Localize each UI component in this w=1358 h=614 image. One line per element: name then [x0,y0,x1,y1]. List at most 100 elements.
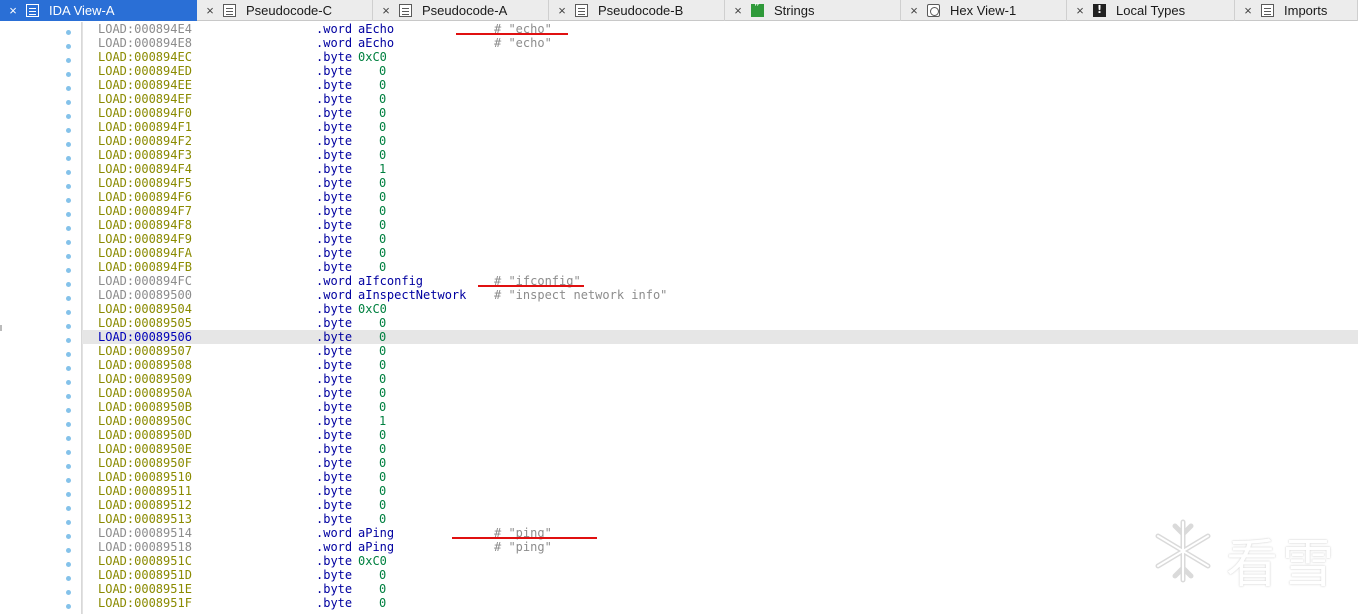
tab-strings[interactable]: × Strings [725,0,901,21]
listing-row[interactable]: LOAD:000894F2 .byte 0 [82,134,1358,148]
operand-symbol[interactable]: aPing [358,540,394,554]
listing-row[interactable]: LOAD:000894F0 .byte 0 [82,106,1358,120]
listing-row[interactable]: LOAD:000894F9 .byte 0 [82,232,1358,246]
breakpoint-dot[interactable] [66,436,71,441]
breakpoint-dot[interactable] [66,394,71,399]
breakpoint-dot[interactable] [66,548,71,553]
breakpoint-dot[interactable] [66,212,71,217]
operand-symbol[interactable]: aPing [358,526,394,540]
listing-row[interactable]: LOAD:000894F7 .byte 0 [82,204,1358,218]
tab-hex-view-1[interactable]: × Hex View-1 [901,0,1067,21]
navigation-gutter[interactable] [0,22,83,614]
breakpoint-dot[interactable] [66,100,71,105]
listing-row[interactable]: LOAD:000894F3 .byte 0 [82,148,1358,162]
listing-row[interactable]: LOAD:00089504 .byte 0xC0 [82,302,1358,316]
breakpoint-dot[interactable] [66,366,71,371]
breakpoint-dot[interactable] [66,450,71,455]
breakpoint-dot[interactable] [66,534,71,539]
operand-symbol[interactable]: aInspectNetwork [358,288,466,302]
breakpoint-dot[interactable] [66,282,71,287]
breakpoint-dot[interactable] [66,296,71,301]
listing-row[interactable]: LOAD:00089500 .word aInspectNetwork # "insp… [82,288,1358,302]
close-icon[interactable]: × [1235,3,1261,18]
listing-row[interactable]: LOAD:000894FA .byte 0 [82,246,1358,260]
listing-row[interactable]: LOAD:00089505 .byte 0 [82,316,1358,330]
breakpoint-dot[interactable] [66,324,71,329]
breakpoint-dot[interactable] [66,506,71,511]
breakpoint-dot[interactable] [66,380,71,385]
breakpoint-dot[interactable] [66,198,71,203]
listing-row[interactable]: LOAD:00089508 .byte 0 [82,358,1358,372]
listing-row[interactable]: LOAD:000894EE .byte 0 [82,78,1358,92]
tab-ida-view-a[interactable]: × IDA View-A [0,0,197,21]
listing-row[interactable]: LOAD:0008950C .byte 1 [82,414,1358,428]
breakpoint-dot[interactable] [66,408,71,413]
listing-row[interactable]: LOAD:00089509 .byte 0 [82,372,1358,386]
breakpoint-dot[interactable] [66,422,71,427]
listing-row[interactable]: LOAD:0008950A .byte 0 [82,386,1358,400]
breakpoint-dot[interactable] [66,492,71,497]
breakpoint-dot[interactable] [66,72,71,77]
close-icon[interactable]: × [373,3,399,18]
listing-row[interactable]: LOAD:000894F5 .byte 0 [82,176,1358,190]
breakpoint-dot[interactable] [66,590,71,595]
breakpoint-dot[interactable] [66,478,71,483]
breakpoint-dot[interactable] [66,226,71,231]
breakpoint-dot[interactable] [66,562,71,567]
close-icon[interactable]: × [0,3,26,18]
listing-row[interactable]: LOAD:000894ED .byte 0 [82,64,1358,78]
listing-row[interactable]: LOAD:000894F4 .byte 1 [82,162,1358,176]
listing-row[interactable]: LOAD:000894F1 .byte 0 [82,120,1358,134]
breakpoint-dot[interactable] [66,352,71,357]
listing-row[interactable]: LOAD:0008950E .byte 0 [82,442,1358,456]
breakpoint-dot[interactable] [66,240,71,245]
breakpoint-dot[interactable] [66,142,71,147]
breakpoint-dot[interactable] [66,520,71,525]
operand-symbol[interactable]: aIfconfig [358,274,423,288]
listing-row[interactable]: LOAD:000894FB .byte 0 [82,260,1358,274]
breakpoint-dot[interactable] [66,604,71,609]
breakpoint-dot[interactable] [66,86,71,91]
listing-row[interactable]: LOAD:0008950D .byte 0 [82,428,1358,442]
listing-row[interactable]: LOAD:000894F6 .byte 0 [82,190,1358,204]
operand-symbol[interactable]: aEcho [358,22,394,36]
listing-row[interactable]: LOAD:00089506 .byte 0 [82,330,1358,344]
close-icon[interactable]: × [901,3,927,18]
close-icon[interactable]: × [725,3,751,18]
breakpoint-dot[interactable] [66,58,71,63]
listing-row[interactable]: LOAD:00089512 .byte 0 [82,498,1358,512]
listing-row[interactable]: LOAD:00089511 .byte 0 [82,484,1358,498]
listing-row[interactable]: LOAD:00089507 .byte 0 [82,344,1358,358]
breakpoint-dot[interactable] [66,184,71,189]
breakpoint-dot[interactable] [66,44,71,49]
listing-row[interactable]: LOAD:000894EC .byte 0xC0 [82,50,1358,64]
listing-row[interactable]: LOAD:0008951F .byte 0 [82,596,1358,610]
tab-pseudocode-c[interactable]: × Pseudocode-C [197,0,373,21]
breakpoint-dot[interactable] [66,128,71,133]
breakpoint-dot[interactable] [66,170,71,175]
breakpoint-dot[interactable] [66,156,71,161]
breakpoint-dot[interactable] [66,30,71,35]
tab-pseudocode-b[interactable]: × Pseudocode-B [549,0,725,21]
listing-row[interactable]: LOAD:0008950B .byte 0 [82,400,1358,414]
listing-row[interactable]: LOAD:000894FC .word aIfconfig # "ifconfig" [82,274,1358,288]
listing-row[interactable]: LOAD:000894F8 .byte 0 [82,218,1358,232]
breakpoint-dot[interactable] [66,576,71,581]
breakpoint-dot[interactable] [66,338,71,343]
breakpoint-dot[interactable] [66,254,71,259]
listing-row[interactable]: LOAD:00089510 .byte 0 [82,470,1358,484]
breakpoint-dot[interactable] [66,464,71,469]
tab-local-types[interactable]: × Local Types [1067,0,1235,21]
operand-symbol[interactable]: aEcho [358,36,394,50]
breakpoint-dot[interactable] [66,268,71,273]
breakpoint-dot[interactable] [66,114,71,119]
listing-row[interactable]: LOAD:000894EF .byte 0 [82,92,1358,106]
listing-row[interactable]: LOAD:000894E4 .word aEcho # "echo" [82,22,1358,36]
breakpoint-dot[interactable] [66,310,71,315]
listing-row[interactable]: LOAD:0008950F .byte 0 [82,456,1358,470]
listing-row[interactable]: LOAD:000894E8 .word aEcho # "echo" [82,36,1358,50]
tab-pseudocode-a[interactable]: × Pseudocode-A [373,0,549,21]
close-icon[interactable]: × [549,3,575,18]
tab-imports[interactable]: × Imports [1235,0,1358,21]
close-icon[interactable]: × [1067,3,1093,18]
